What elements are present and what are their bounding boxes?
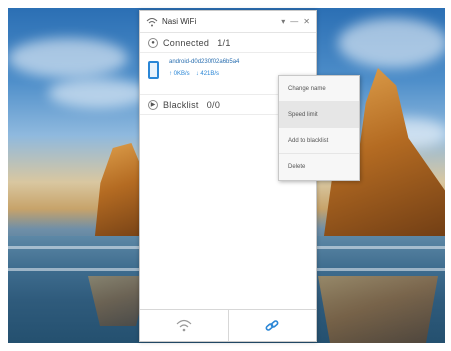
- wifi-icon: [146, 17, 158, 26]
- connected-label: Connected: [163, 37, 210, 48]
- close-button[interactable]: ✕: [303, 17, 310, 26]
- phone-icon: [148, 61, 159, 79]
- cloud: [8, 38, 128, 78]
- bottom-tab-bar: [140, 309, 316, 341]
- device-name: android-d0d230f02a6b5a4: [169, 59, 240, 65]
- expand-icon: ●: [148, 37, 158, 48]
- window-title: Nasi WiFi: [162, 17, 197, 26]
- tab-wifi[interactable]: [140, 310, 229, 341]
- rock-reflection: [318, 276, 438, 343]
- device-speed: ↑ 0KB/s ↓ 421B/s: [169, 71, 239, 77]
- menu-item-change-name[interactable]: Change name: [279, 76, 359, 102]
- wifi-icon: [176, 319, 192, 331]
- menu-item-add-to-blacklist[interactable]: Add to blacklist: [279, 128, 359, 154]
- cloud: [338, 18, 445, 68]
- connected-count: 1/1: [217, 37, 231, 48]
- menu-item-speed-limit[interactable]: Speed limit: [279, 102, 359, 128]
- connected-section-header[interactable]: ● Connected 1/1: [140, 33, 316, 53]
- tab-settings[interactable]: [229, 310, 317, 341]
- link-icon: [265, 319, 279, 331]
- context-menu: Change name Speed limit Add to blacklist…: [278, 75, 360, 181]
- minimize-button[interactable]: —: [290, 17, 298, 26]
- blacklist-label: Blacklist: [163, 99, 199, 110]
- play-icon: ▶: [148, 99, 158, 110]
- download-speed: ↓ 421B/s: [195, 71, 220, 77]
- dropdown-icon[interactable]: ▾: [281, 17, 285, 26]
- blacklist-count: 0/0: [206, 99, 221, 110]
- menu-item-delete[interactable]: Delete: [279, 154, 359, 180]
- cloud: [48, 78, 148, 108]
- device-info: android-d0d230f02a6b5a4 ↑ 0KB/s ↓ 421B/s: [169, 59, 239, 77]
- title-bar: Nasi WiFi ▾ — ✕: [140, 11, 316, 33]
- upload-speed: ↑ 0KB/s: [169, 71, 190, 77]
